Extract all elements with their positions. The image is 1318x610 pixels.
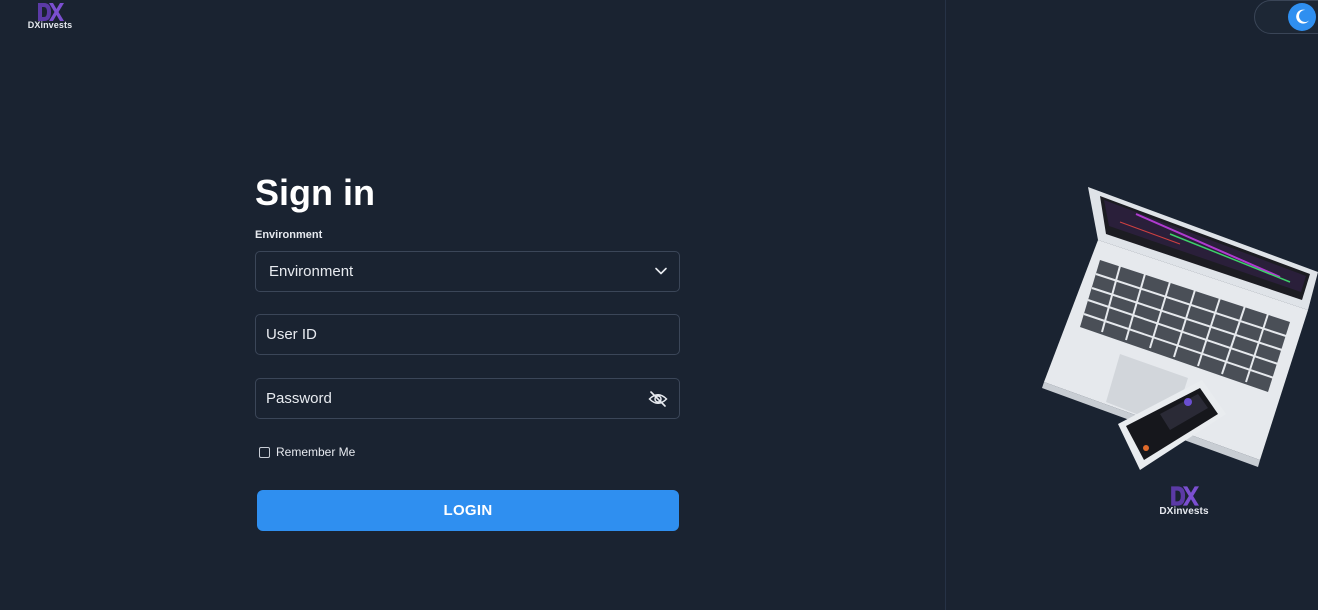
- eye-off-icon[interactable]: [648, 390, 668, 408]
- dx-logo-mark-icon: [38, 3, 64, 21]
- environment-selected-value: Environment: [269, 263, 354, 280]
- dx-logo-mark-icon: [1171, 486, 1199, 506]
- environment-select[interactable]: Environment: [255, 251, 680, 292]
- brand-name-bottom: DXinvests: [1159, 506, 1209, 517]
- chevron-down-icon: [655, 267, 667, 275]
- password-input[interactable]: Password: [255, 378, 680, 419]
- user-id-input[interactable]: User ID: [255, 314, 680, 355]
- page-title: Sign in: [255, 172, 375, 213]
- remember-me-checkbox[interactable]: [259, 446, 270, 458]
- brand-logo-bottom: DXinvests: [1146, 485, 1222, 517]
- moon-icon: [1296, 9, 1309, 24]
- environment-label: Environment: [255, 229, 323, 241]
- brand-logo-top[interactable]: DXinvests: [20, 2, 80, 36]
- remember-me-row[interactable]: Remember Me: [259, 445, 355, 459]
- password-placeholder: Password: [266, 390, 332, 407]
- login-button[interactable]: LOGIN: [257, 490, 679, 531]
- remember-me-label[interactable]: Remember Me: [276, 445, 355, 459]
- theme-toggle-knob: [1288, 3, 1316, 31]
- laptop-phone-illustration: [1042, 187, 1318, 470]
- brand-name: DXinvests: [27, 20, 73, 30]
- user-id-placeholder: User ID: [266, 326, 317, 343]
- theme-toggle[interactable]: [1254, 0, 1318, 34]
